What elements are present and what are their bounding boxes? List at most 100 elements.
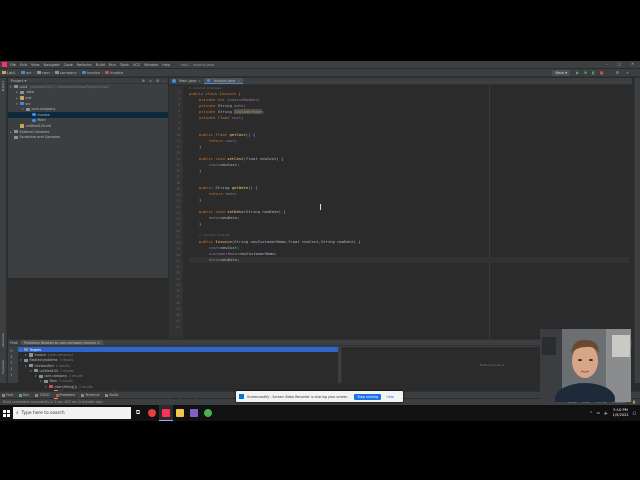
menu-code[interactable]: Code [64,63,73,67]
text-cursor-icon [320,204,322,210]
breadcrumb-member[interactable]: Invoice [105,71,123,75]
menu-bar: File Edit View Navigate Code Refactor Bu… [0,61,640,68]
volume-icon[interactable]: 🔈 [604,411,608,415]
export-icon[interactable]: ⇪ [10,372,16,378]
sharing-message: Screencastify - Screen Video Recorder is… [247,394,349,399]
run-configuration-select[interactable]: Main ▾ [552,70,570,76]
start-button[interactable] [0,405,12,421]
menu-tools[interactable]: Tools [120,63,129,67]
menu-help[interactable]: Help [162,63,170,67]
package-icon [55,71,60,74]
folder-icon [20,101,24,106]
find-result-count: 2 results [59,379,73,384]
settings-gear-icon[interactable]: ⚙ [615,70,620,75]
system-tray: ^ ▭ 🔈 5:10 PM 1/5/2022 ▢ [590,408,636,417]
menu-edit[interactable]: Edit [20,63,27,67]
favorites-tool-tab[interactable]: Favorites [1,360,6,374]
locate-icon[interactable]: ⊕ [142,79,145,83]
chevron-up-icon[interactable]: ^ [590,411,593,415]
line-number: 7 [178,115,180,119]
line-number: 9 [178,127,180,131]
lock-icon[interactable]: 🔓 [632,400,636,404]
breadcrumb-project[interactable]: Lab1 › [2,71,19,75]
menu-navigate[interactable]: Navigate [44,63,60,67]
maximize-icon[interactable]: □ [618,62,621,66]
options-gear-icon[interactable]: ⚙ [156,79,159,83]
close-tab-icon[interactable]: ✕ [237,79,240,83]
collapse-all-icon[interactable]: ≑ [149,79,152,83]
debug-icon[interactable]: ✱ [583,70,588,75]
find-result-label: Targets [29,347,42,352]
project-panel-title[interactable]: Project [11,79,23,83]
project-tree: ▾ Lab1 [untitled104] C:\Users\smith\IdeaPr… [8,84,168,140]
close-tab-icon[interactable]: ✕ [198,79,201,83]
menu-build[interactable]: Build [96,63,105,67]
line-number: 29 [176,247,180,251]
run-tool-button[interactable]: Run [18,393,29,397]
structure-tool-tab[interactable]: Structure [1,333,6,347]
line-number-gutter: 3 4 5 6 7 8 9 10 11 12 13 14 15 16 17 18 19 20 21 22 23 24 25 2… [169,86,183,338]
search-everywhere-icon[interactable]: ⌕ [625,70,630,75]
run-icon[interactable]: ▶ [575,70,580,75]
terminal-tool-button[interactable]: Terminal [81,393,99,397]
breadcrumb-class[interactable]: Invoice › [82,71,103,75]
taskbar-search-box[interactable]: ⌕ Type here to search [13,407,131,419]
find-results-tab[interactable]: Problems Related to com.company.Invoice … [21,340,103,345]
line-number: 28 [176,241,180,245]
problems-icon [55,393,59,397]
coverage-icon[interactable]: ◧ [591,70,596,75]
find-result-label: com.company [44,374,68,379]
taskbar-intellij[interactable] [159,405,173,421]
breadcrumb-src[interactable]: src › [21,71,35,75]
tree-item-label: Invoice [37,112,50,117]
menu-view[interactable]: View [31,63,40,67]
code-line: private float cost; [199,115,244,120]
stop-icon[interactable]: ■ [599,70,604,75]
menu-window[interactable]: Window [144,63,158,67]
line-number: 4 [178,97,180,101]
notifications-icon[interactable]: ▢ [633,411,636,415]
build-tool-button[interactable]: Build [105,393,118,397]
menu-vcs[interactable]: VCS [133,63,140,67]
folder-icon [20,90,24,94]
code-area[interactable]: 2 related problems public class Invoice … [189,86,629,338]
library-icon [14,129,18,134]
find-result-count: 2 results [59,368,74,373]
package-icon [36,71,41,74]
status-message[interactable]: Build completed successfully in 1 sec, 8… [3,400,103,404]
todo-tool-button[interactable]: TODO [35,393,50,397]
menu-file[interactable]: File [10,63,16,67]
project-tree-item[interactable]: Scratches and Consoles [8,134,168,140]
menu-run[interactable]: Run [109,63,116,67]
taskbar-visual-studio[interactable] [187,405,201,421]
taskbar-chrome[interactable] [145,405,159,421]
taskbar-file-explorer[interactable] [173,405,187,421]
webcam-overlay [540,329,631,402]
line-number: 13 [176,151,180,155]
find-tool-button[interactable]: Find [2,393,13,397]
close-icon[interactable]: ✕ [631,62,634,66]
hide-button[interactable]: Hide [386,395,394,399]
menu-refactor[interactable]: Refactor [77,63,92,67]
tree-item-label: untitled104.iml [25,123,52,128]
hide-icon[interactable]: – [163,79,165,83]
task-view-button[interactable]: ⧉ [131,405,145,421]
breadcrumb-com[interactable]: com › [36,71,53,75]
folder-icon [176,409,184,417]
minimize-icon[interactable]: – [606,62,608,66]
line-number: 22 [176,205,180,209]
find-result-count: (com.company) [47,352,73,357]
taskbar-chrome-2[interactable] [201,405,215,421]
stop-sharing-button[interactable]: Stop sharing [354,393,382,400]
problems-tool-button[interactable]: Problems [55,393,75,397]
tree-item-label: .idea [25,90,34,95]
tab-main-java[interactable]: Main.java ✕ [169,78,204,84]
tab-invoice-java[interactable]: Invoice.java ✕ [203,78,243,84]
clock[interactable]: 5:10 PM 1/5/2022 [612,408,628,417]
caret-line-highlight [189,257,629,263]
network-icon[interactable]: ▭ [597,411,600,415]
breadcrumb-company[interactable]: company › [55,71,80,75]
line-number: 16 [176,169,180,173]
project-tool-tab[interactable]: Project [1,81,6,91]
intellij-icon [162,408,170,417]
